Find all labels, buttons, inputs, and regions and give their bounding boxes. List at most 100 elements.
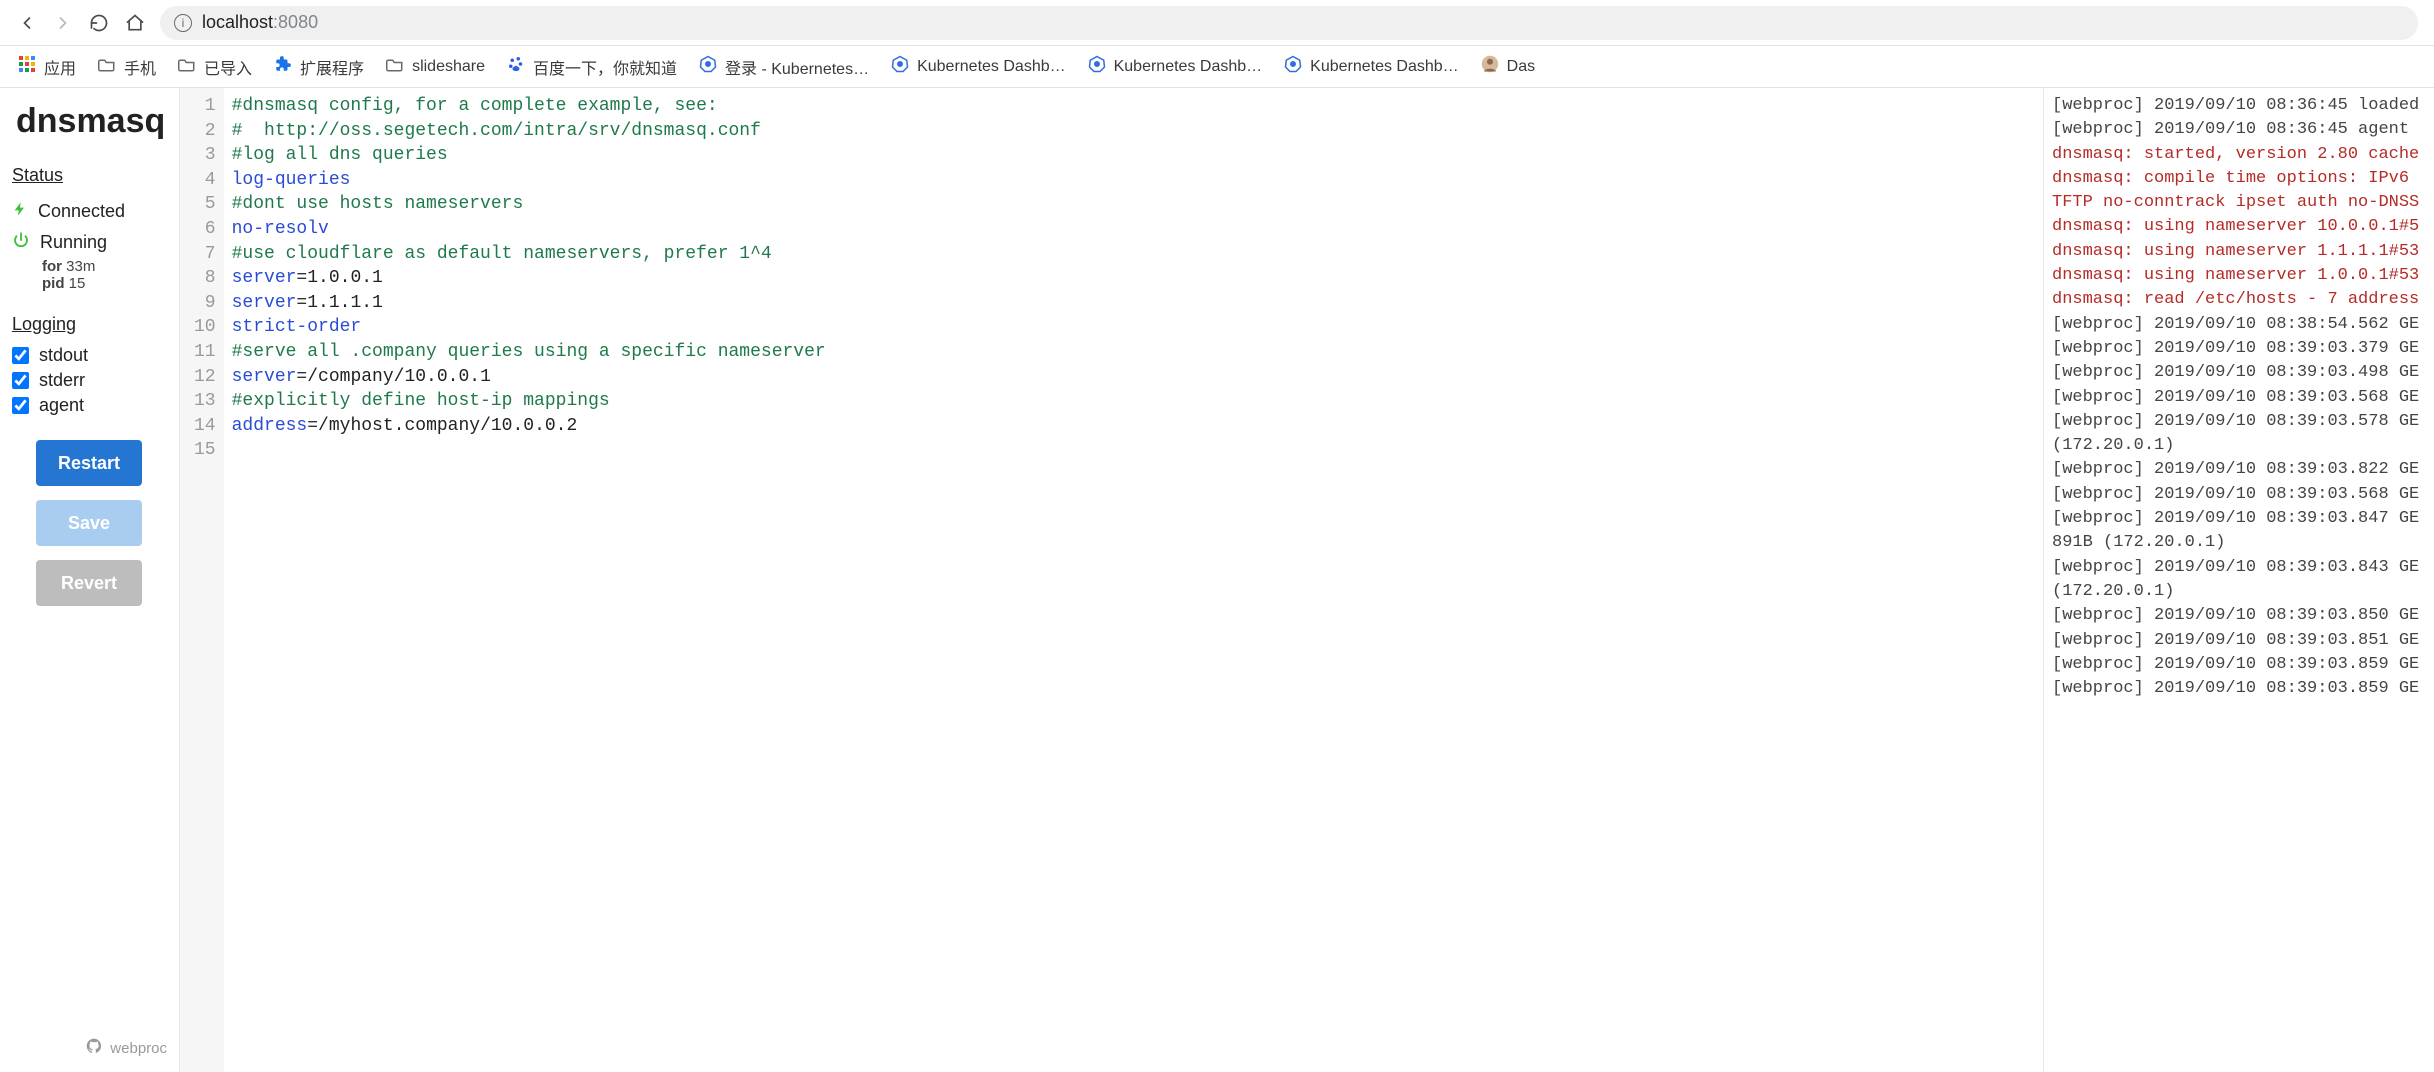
log-line: dnsmasq: started, version 2.80 cache [2052, 143, 2426, 167]
bookmarks-bar: 应用 手机 已导入 扩展程序 slideshare 百度一下，你就知道 登录 [0, 46, 2434, 88]
gutter-number: 12 [194, 365, 216, 390]
gutter-number: 15 [194, 438, 216, 463]
logging-heading: Logging [12, 314, 167, 335]
checkbox-stdout[interactable]: stdout [12, 345, 167, 366]
log-line: [webproc] 2019/09/10 08:39:03.859 GE [2052, 677, 2426, 701]
gutter-number: 3 [194, 143, 216, 168]
bookmark-folder-slideshare[interactable]: slideshare [386, 56, 485, 77]
log-line: [webproc] 2019/09/10 08:36:45 agent [2052, 118, 2426, 142]
folder-icon [178, 56, 196, 77]
bookmark-label: Kubernetes Dashb… [1114, 58, 1263, 76]
workspace: dnsmasq Status Connected Running for 33m… [0, 88, 2434, 1072]
bookmark-kube-dash-1[interactable]: Kubernetes Dashb… [891, 55, 1066, 78]
code-line[interactable]: log-queries [232, 168, 826, 193]
connected-label: Connected [38, 201, 125, 222]
baidu-icon [507, 55, 525, 78]
footer-label: webproc [110, 1040, 167, 1057]
code-line[interactable]: no-resolv [232, 217, 826, 242]
log-line: [webproc] 2019/09/10 08:39:03.578 GE [2052, 410, 2426, 434]
code-line[interactable]: server=/company/10.0.0.1 [232, 365, 826, 390]
status-connected: Connected [12, 200, 167, 223]
bookmark-label: 应用 [44, 55, 76, 79]
code-line[interactable]: #use cloudflare as default nameservers, … [232, 242, 826, 267]
status-for: for 33m [42, 258, 167, 275]
checkbox-agent-input[interactable] [12, 397, 29, 414]
checkbox-agent[interactable]: agent [12, 395, 167, 416]
code-line[interactable]: address=/myhost.company/10.0.0.2 [232, 414, 826, 439]
log-line: [webproc] 2019/09/10 08:38:54.562 GE [2052, 313, 2426, 337]
browser-toolbar: i localhost:8080 [0, 0, 2434, 46]
code-line[interactable]: # http://oss.segetech.com/intra/srv/dnsm… [232, 119, 826, 144]
bookmark-kube-dash-2[interactable]: Kubernetes Dashb… [1088, 55, 1263, 78]
bookmark-label: 扩展程序 [300, 55, 364, 79]
back-icon[interactable] [16, 12, 38, 34]
bookmark-label: 登录 - Kubernetes… [725, 55, 869, 79]
gutter-number: 6 [194, 217, 216, 242]
code-line[interactable]: #log all dns queries [232, 143, 826, 168]
log-line: [webproc] 2019/09/10 08:39:03.568 GE [2052, 386, 2426, 410]
app-title: dnsmasq [16, 102, 167, 141]
gutter-number: 5 [194, 192, 216, 217]
bookmark-baidu[interactable]: 百度一下，你就知道 [507, 55, 677, 79]
log-line: dnsmasq: compile time options: IPv6 [2052, 167, 2426, 191]
code-line[interactable]: strict-order [232, 315, 826, 340]
button-column: Restart Save Revert [36, 440, 142, 606]
bookmark-extensions[interactable]: 扩展程序 [274, 55, 364, 79]
bookmark-avatar[interactable]: Das [1481, 55, 1535, 78]
kubernetes-icon [699, 55, 717, 78]
bookmark-folder-phone[interactable]: 手机 [98, 55, 156, 79]
github-icon [86, 1038, 102, 1058]
code-line[interactable] [232, 438, 826, 463]
code-line[interactable]: server=1.1.1.1 [232, 291, 826, 316]
apps-grid-icon [18, 55, 36, 78]
bolt-icon [12, 200, 28, 223]
log-line: [webproc] 2019/09/10 08:39:03.843 GE [2052, 556, 2426, 580]
editor-gutter: 123456789101112131415 [180, 88, 224, 1072]
save-button: Save [36, 500, 142, 546]
log-line: TFTP no-conntrack ipset auth no-DNSS [2052, 191, 2426, 215]
log-line: dnsmasq: using nameserver 10.0.0.1#5 [2052, 215, 2426, 239]
gutter-number: 14 [194, 414, 216, 439]
running-label: Running [40, 232, 107, 253]
kubernetes-icon [1284, 55, 1302, 78]
bookmark-label: 百度一下，你就知道 [533, 55, 677, 79]
log-line: [webproc] 2019/09/10 08:39:03.568 GE [2052, 483, 2426, 507]
editor-code[interactable]: #dnsmasq config, for a complete example,… [224, 88, 834, 1072]
log-pane[interactable]: [webproc] 2019/09/10 08:36:45 loaded[web… [2044, 88, 2434, 1072]
config-editor[interactable]: 123456789101112131415 #dnsmasq config, f… [180, 88, 2044, 1072]
code-line[interactable]: #dnsmasq config, for a complete example,… [232, 94, 826, 119]
bookmark-kube-dash-3[interactable]: Kubernetes Dashb… [1284, 55, 1459, 78]
code-line[interactable]: #serve all .company queries using a spec… [232, 340, 826, 365]
bookmark-label: 已导入 [204, 55, 252, 79]
log-line: [webproc] 2019/09/10 08:39:03.847 GE [2052, 507, 2426, 531]
code-line[interactable]: #explicitly define host-ip mappings [232, 389, 826, 414]
bookmark-kube-login[interactable]: 登录 - Kubernetes… [699, 55, 869, 79]
code-line[interactable]: server=1.0.0.1 [232, 266, 826, 291]
log-line: [webproc] 2019/09/10 08:39:03.379 GE [2052, 337, 2426, 361]
bookmark-apps[interactable]: 应用 [18, 55, 76, 79]
checkbox-stderr-input[interactable] [12, 372, 29, 389]
code-line[interactable]: #dont use hosts nameservers [232, 192, 826, 217]
bookmark-label: 手机 [124, 55, 156, 79]
forward-icon [52, 12, 74, 34]
site-info-icon[interactable]: i [174, 14, 192, 32]
log-line: [webproc] 2019/09/10 08:39:03.822 GE [2052, 458, 2426, 482]
checkbox-stderr[interactable]: stderr [12, 370, 167, 391]
address-bar[interactable]: i localhost:8080 [160, 6, 2418, 40]
log-line: 891B (172.20.0.1) [2052, 531, 2426, 555]
checkbox-label: stdout [39, 345, 88, 366]
gutter-number: 8 [194, 266, 216, 291]
url-port: :8080 [273, 12, 318, 32]
home-icon[interactable] [124, 12, 146, 34]
log-line: (172.20.0.1) [2052, 434, 2426, 458]
bookmark-label: Kubernetes Dashb… [917, 58, 1066, 76]
bookmark-label: Das [1507, 58, 1535, 76]
gutter-number: 4 [194, 168, 216, 193]
checkbox-stdout-input[interactable] [12, 347, 29, 364]
restart-button[interactable]: Restart [36, 440, 142, 486]
log-line: [webproc] 2019/09/10 08:36:45 loaded [2052, 94, 2426, 118]
bookmark-folder-imported[interactable]: 已导入 [178, 55, 252, 79]
sidebar-footer[interactable]: webproc [12, 1030, 167, 1062]
reload-icon[interactable] [88, 12, 110, 34]
extension-icon [274, 55, 292, 78]
